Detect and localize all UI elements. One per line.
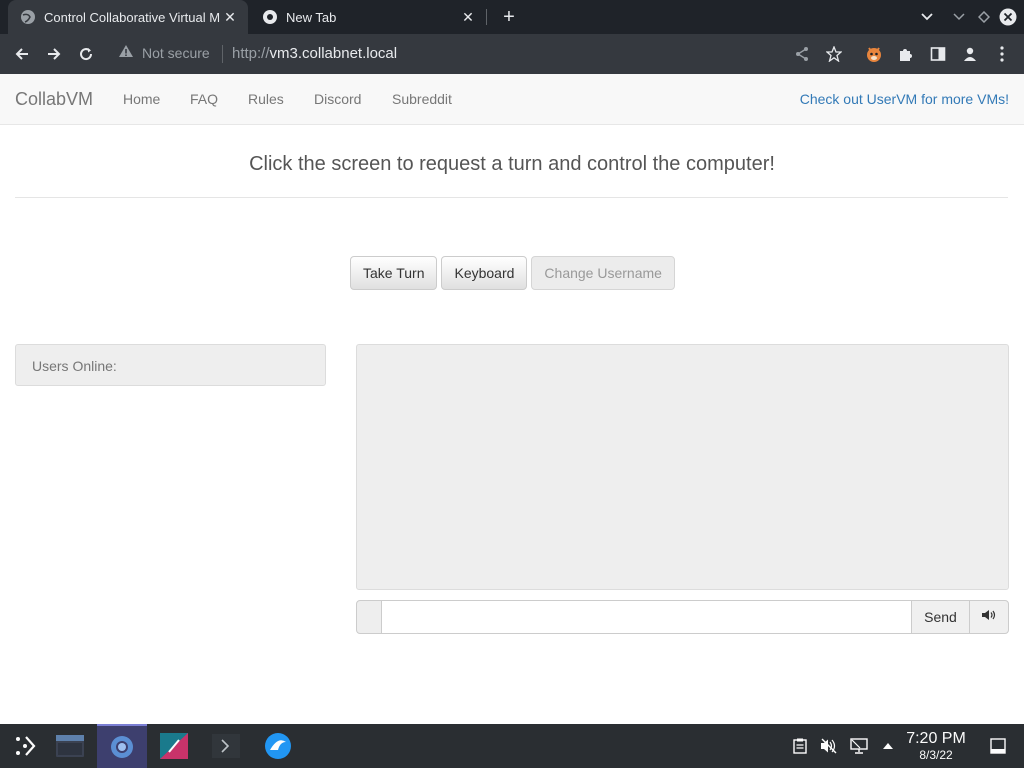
system-clock[interactable]: 7:20 PM 8/3/22 (900, 730, 972, 762)
forward-icon[interactable] (43, 43, 65, 65)
tab-title: Control Collaborative Virtual Machines! (44, 9, 220, 25)
browser-tab-bar: Control Collaborative Virtual Machines! … (0, 0, 1024, 34)
side-panel-icon[interactable] (927, 43, 949, 65)
url-divider (222, 45, 223, 63)
send-button[interactable]: Send (911, 600, 970, 634)
uservm-link[interactable]: Check out UserVM for more VMs! (800, 91, 1009, 107)
brand-link[interactable]: CollabVM (15, 89, 93, 110)
tab-divider (486, 9, 487, 25)
security-label: Not secure (142, 44, 210, 61)
nav-link-discord[interactable]: Discord (314, 91, 361, 107)
network-icon[interactable] (849, 736, 869, 756)
extension-tiger-icon[interactable] (863, 43, 885, 65)
change-username-button[interactable]: Change Username (531, 256, 675, 290)
system-taskbar: 7:20 PM 8/3/22 (0, 724, 1024, 768)
globe-icon (20, 9, 36, 25)
nav-link-subreddit[interactable]: Subreddit (392, 91, 452, 107)
tray-expand-icon[interactable] (878, 736, 898, 756)
clock-date: 8/3/22 (919, 748, 953, 762)
tab-collabvm[interactable]: Control Collaborative Virtual Machines! … (8, 0, 248, 34)
url-host: vm3.collabnet.local (269, 45, 398, 62)
tab-new-tab[interactable]: New Tab ✕ (250, 0, 486, 34)
more-menu-icon[interactable] (991, 43, 1013, 65)
new-tab-button[interactable]: + (498, 6, 520, 28)
vm-controls: Take Turn Keyboard Change Username (350, 256, 675, 290)
close-tab-icon[interactable]: ✕ (220, 7, 240, 27)
discover-store-icon[interactable] (149, 724, 199, 768)
warning-icon (118, 44, 134, 61)
maximize-icon[interactable] (974, 7, 994, 27)
file-manager-icon[interactable] (45, 724, 95, 768)
extensions-puzzle-icon[interactable] (895, 43, 917, 65)
volume-muted-icon[interactable] (819, 736, 839, 756)
site-info-button[interactable]: Not secure (118, 44, 210, 61)
browser-toolbar: Not secure http://vm3.collabnet.local (0, 34, 1024, 74)
chat-message-input[interactable] (381, 600, 912, 634)
divider (15, 197, 1008, 198)
keyboard-button[interactable]: Keyboard (441, 256, 528, 290)
minimize-icon[interactable] (949, 7, 969, 27)
browser-taskbar-icon[interactable] (253, 724, 303, 768)
close-tab-icon[interactable]: ✕ (458, 7, 478, 27)
url-scheme: http:// (232, 45, 270, 62)
nav-link-rules[interactable]: Rules (248, 91, 284, 107)
chromium-taskbar-icon[interactable] (97, 724, 147, 768)
nav-link-faq[interactable]: FAQ (190, 91, 218, 107)
username-addon (356, 600, 382, 634)
profile-icon[interactable] (959, 43, 981, 65)
chat-messages-panel[interactable] (356, 344, 1009, 590)
site-navbar: CollabVM Home FAQ Rules Discord Subreddi… (0, 74, 1024, 125)
users-online-panel: Users Online: (15, 344, 326, 386)
page-headline: Click the screen to request a turn and c… (249, 153, 775, 175)
clipboard-icon[interactable] (790, 736, 810, 756)
terminal-icon[interactable] (201, 724, 251, 768)
users-online-label: Users Online: (32, 358, 117, 374)
app-launcher-icon[interactable] (0, 724, 50, 768)
volume-icon (981, 608, 997, 626)
clock-time: 7:20 PM (906, 730, 966, 747)
volume-button[interactable] (969, 600, 1009, 634)
back-icon[interactable] (11, 43, 33, 65)
nav-link-home[interactable]: Home (123, 91, 160, 107)
tab-search-icon[interactable] (917, 7, 937, 27)
chat-input-row: Send (356, 600, 1009, 634)
reload-icon[interactable] (75, 43, 97, 65)
show-desktop-icon[interactable] (988, 736, 1008, 756)
bookmark-star-icon[interactable] (823, 43, 845, 65)
close-window-icon[interactable] (998, 7, 1018, 27)
share-icon[interactable] (791, 43, 813, 65)
tab-title: New Tab (286, 9, 337, 25)
chrome-icon (262, 9, 278, 25)
address-bar[interactable]: http://vm3.collabnet.local (232, 45, 397, 62)
take-turn-button[interactable]: Take Turn (350, 256, 438, 290)
